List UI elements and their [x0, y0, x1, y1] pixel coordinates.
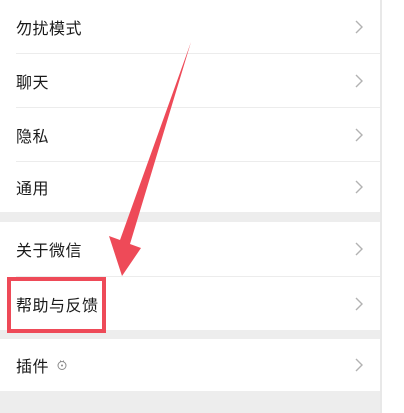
settings-item-plugins[interactable]: 插件 [0, 339, 380, 391]
settings-panel: 勿扰模式 聊天 隐私 通用 关于微信 帮助与反馈 插件 [0, 0, 380, 413]
settings-item-label: 勿扰模式 [16, 18, 83, 38]
background-margin [382, 0, 404, 413]
chevron-right-icon [355, 20, 363, 33]
settings-item-about-wechat[interactable]: 关于微信 [0, 222, 380, 276]
plugin-icon [57, 360, 67, 370]
chevron-right-icon [355, 180, 363, 194]
settings-item-general[interactable]: 通用 [0, 162, 380, 212]
settings-item-label: 通用 [16, 179, 50, 198]
settings-item-label: 隐私 [16, 126, 50, 146]
settings-item-chat[interactable]: 聊天 [0, 54, 380, 107]
settings-item-label: 插件 [16, 357, 50, 376]
section-gap [0, 212, 380, 222]
chevron-right-icon [355, 128, 363, 141]
settings-item-do-not-disturb[interactable]: 勿扰模式 [0, 0, 380, 53]
chevron-right-icon [355, 242, 363, 256]
section-gap [0, 391, 380, 413]
chevron-right-icon [355, 74, 363, 87]
highlight-box [7, 277, 106, 333]
chevron-right-icon [355, 358, 363, 372]
settings-item-privacy[interactable]: 隐私 [0, 108, 380, 161]
settings-item-label: 关于微信 [16, 241, 83, 260]
chevron-right-icon [355, 297, 363, 310]
settings-item-label: 聊天 [16, 72, 50, 92]
